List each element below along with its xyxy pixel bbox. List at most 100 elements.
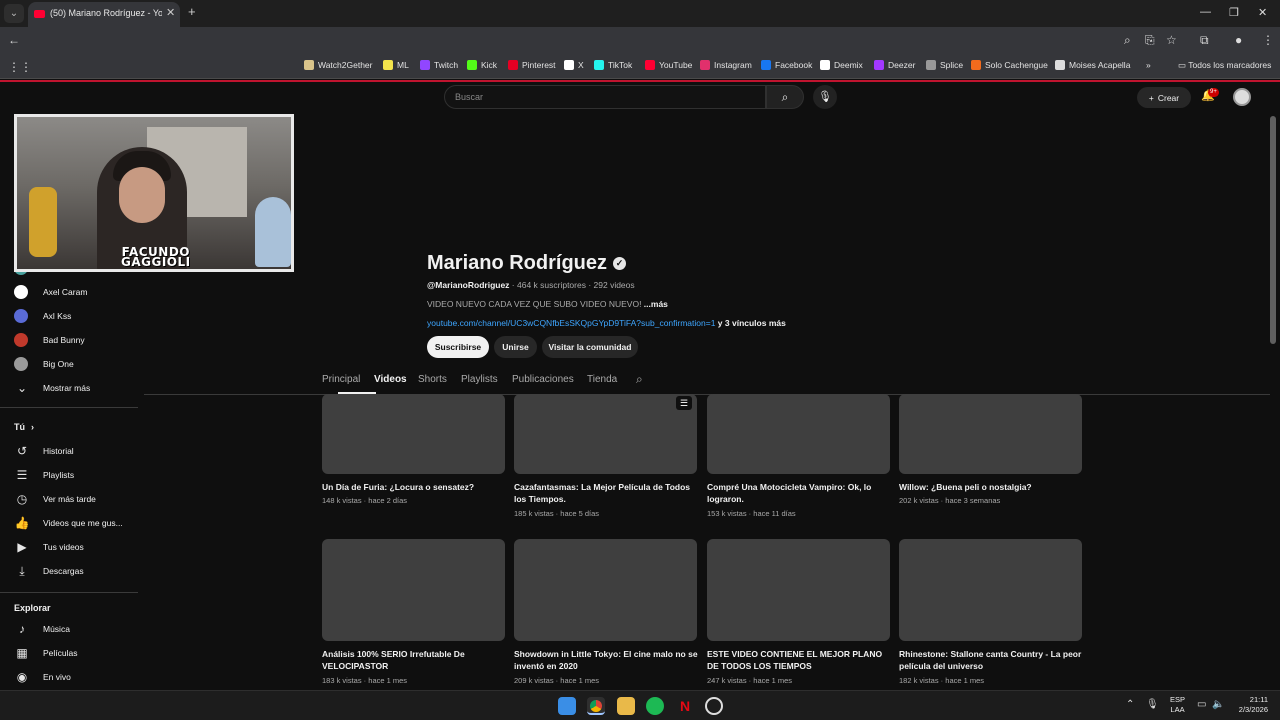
description-more-link[interactable]: ...más — [644, 299, 668, 309]
voice-search-button[interactable]: 🎙 — [813, 85, 837, 109]
bookmark-label: Pinterest — [522, 60, 556, 70]
network-icon[interactable]: ▭ — [1197, 699, 1206, 710]
video-title[interactable]: Análisis 100% SERIO Irrefutable De VELOC… — [322, 648, 508, 672]
chrome-icon[interactable] — [587, 697, 605, 715]
video-thumbnail[interactable] — [514, 539, 697, 641]
you-heading[interactable]: Tú › — [14, 422, 34, 432]
bookmark-item[interactable]: Deemix — [820, 60, 863, 70]
back-icon[interactable]: ← — [8, 33, 20, 47]
channel-search-icon[interactable]: ⌕ — [636, 372, 643, 387]
bookmark-item[interactable]: Splice — [926, 60, 963, 70]
browser-menu-icon[interactable]: ⋮ — [1262, 33, 1274, 47]
video-title[interactable]: Showdown in Little Tokyo: El cine malo n… — [514, 648, 700, 672]
video-title[interactable]: Compré Una Motocicleta Vampiro: Ok, lo l… — [707, 481, 893, 505]
bookmark-item[interactable]: ML — [383, 60, 409, 70]
sidebar-item[interactable]: ◉ En vivo — [0, 666, 138, 688]
sidebar-item[interactable]: ↺ Historial — [0, 440, 138, 462]
input-language[interactable]: ESP LAA — [1170, 695, 1185, 715]
bookmark-item[interactable]: YouTube — [645, 60, 692, 70]
sidebar-subscription-item[interactable]: Axel Caram — [0, 281, 138, 303]
bookmark-item[interactable]: Watch2Gether — [304, 60, 373, 70]
new-tab-icon[interactable]: + — [188, 4, 196, 19]
video-title[interactable]: Willow: ¿Buena peli o nostalgia? — [899, 481, 1085, 493]
sidebar-item[interactable]: ▶ Tus videos — [0, 536, 138, 558]
video-title[interactable]: ESTE VIDEO CONTIENE EL MEJOR PLANO DE TO… — [707, 648, 893, 672]
sidebar-subscription-item[interactable]: Big One — [0, 353, 138, 375]
minimize-icon[interactable]: — — [1200, 6, 1211, 18]
tray-mic-icon[interactable]: 🎙 — [1146, 699, 1159, 710]
extensions-icon[interactable]: ⧉ — [1200, 33, 1209, 48]
video-thumbnail[interactable] — [899, 539, 1082, 641]
all-bookmarks[interactable]: ▭ Todos los marcadores — [1178, 60, 1271, 71]
more-links[interactable]: y 3 vínculos más — [715, 318, 786, 328]
tab-videos[interactable]: Videos — [374, 374, 407, 385]
video-title[interactable]: Rhinestone: Stallone canta Country - La … — [899, 648, 1085, 672]
channel-description[interactable]: VIDEO NUEVO CADA VEZ QUE SUBO VIDEO NUEV… — [427, 299, 668, 309]
join-button[interactable]: Unirse — [494, 336, 537, 358]
bookmark-item[interactable]: Deezer — [874, 60, 915, 70]
spotify-icon[interactable] — [646, 697, 664, 715]
browser-tab-active[interactable]: (50) Mariano Rodríguez - YouTube ✕ — [28, 2, 180, 27]
zoom-icon[interactable]: ⌕ — [1124, 33, 1131, 48]
file-explorer-icon[interactable] — [617, 697, 635, 715]
tab-shorts[interactable]: Shorts — [418, 374, 447, 385]
video-thumbnail[interactable] — [322, 539, 505, 641]
add-to-queue-icon[interactable]: ☰ — [676, 396, 692, 410]
tab-publicaciones[interactable]: Publicaciones — [512, 374, 574, 385]
bookmark-item[interactable]: Twitch — [420, 60, 458, 70]
sidebar-item[interactable]: ▦ Películas — [0, 642, 138, 664]
tab-playlists[interactable]: Playlists — [461, 374, 498, 385]
sidebar-item[interactable]: ◷ Ver más tarde — [0, 488, 138, 510]
account-avatar[interactable] — [1233, 88, 1251, 106]
bookmark-item[interactable]: Facebook — [761, 60, 812, 70]
verified-check-icon: ✓ — [613, 257, 627, 270]
video-thumbnail[interactable] — [707, 394, 890, 474]
visit-community-button[interactable]: Visitar la comunidad — [542, 336, 638, 358]
sidebar-subscription-item[interactable]: Axl Kss — [0, 305, 138, 327]
tab-search-icon[interactable]: ⌄ — [4, 4, 24, 23]
bookmark-item[interactable]: Moises Acapella — [1055, 60, 1130, 70]
app-icon[interactable] — [705, 697, 723, 715]
video-title[interactable]: Cazafantasmas: La Mejor Película de Todo… — [514, 481, 700, 505]
bookmarks-overflow-icon[interactable]: » — [1146, 60, 1151, 70]
restore-icon[interactable]: ❐ — [1229, 6, 1239, 19]
lang-line1: ESP — [1170, 695, 1186, 704]
tab-principal[interactable]: Principal — [322, 374, 360, 385]
tab-tienda[interactable]: Tienda — [587, 374, 617, 385]
sidebar-subscription-item[interactable]: Bad Bunny — [0, 329, 138, 351]
bookmark-item[interactable]: Kick — [467, 60, 497, 70]
page-scrollbar[interactable] — [1270, 116, 1276, 344]
subscribe-button[interactable]: Suscribirse — [427, 336, 489, 358]
bookmark-item[interactable]: Solo Cachengue — [971, 60, 1048, 70]
close-window-icon[interactable]: ✕ — [1258, 6, 1267, 19]
bookmark-item[interactable]: X — [564, 60, 584, 70]
install-app-icon[interactable]: ⎘ — [1145, 33, 1155, 48]
create-button[interactable]: + Crear — [1137, 87, 1191, 108]
clock[interactable]: 21:11 2/3/2026 — [1228, 695, 1268, 715]
video-thumbnail[interactable] — [707, 539, 890, 641]
search-button[interactable]: ⌕ — [766, 85, 804, 109]
bookmark-item[interactable]: Instagram — [700, 60, 752, 70]
sidebar-item[interactable]: ☰ Playlists — [0, 464, 138, 486]
video-thumbnail[interactable] — [899, 394, 1082, 474]
subscription-label: Axel Caram — [43, 287, 88, 297]
netflix-icon[interactable]: N — [676, 697, 694, 715]
profile-icon[interactable]: ● — [1235, 33, 1242, 47]
tray-overflow-icon[interactable]: ⌃ — [1126, 699, 1134, 710]
search-input[interactable]: Buscar — [444, 85, 766, 109]
close-tab-icon[interactable]: ✕ — [166, 6, 175, 19]
bookmark-star-icon[interactable]: ☆ — [1166, 33, 1177, 47]
video-title[interactable]: Un Día de Furia: ¿Locura o sensatez? — [322, 481, 508, 493]
show-more-button[interactable]: ⌄ Mostrar más — [0, 377, 138, 399]
bookmark-item[interactable]: TikTok — [594, 60, 632, 70]
channel-url-link[interactable]: youtube.com/channel/UC3wCQNfbEsSKQpGYpD9… — [427, 318, 715, 328]
windows-start-icon[interactable] — [558, 697, 576, 715]
bookmark-item[interactable]: Pinterest — [508, 60, 556, 70]
video-thumbnail[interactable] — [322, 394, 505, 474]
volume-icon[interactable]: 🔈 — [1212, 699, 1224, 710]
apps-icon[interactable]: ⋮⋮ — [8, 60, 32, 74]
sidebar-item[interactable]: ♪ Música — [0, 618, 138, 640]
video-thumbnail[interactable] — [514, 394, 697, 474]
sidebar-item[interactable]: ⤓ Descargas — [0, 560, 138, 582]
sidebar-item[interactable]: 👍 Videos que me gus... — [0, 512, 138, 534]
